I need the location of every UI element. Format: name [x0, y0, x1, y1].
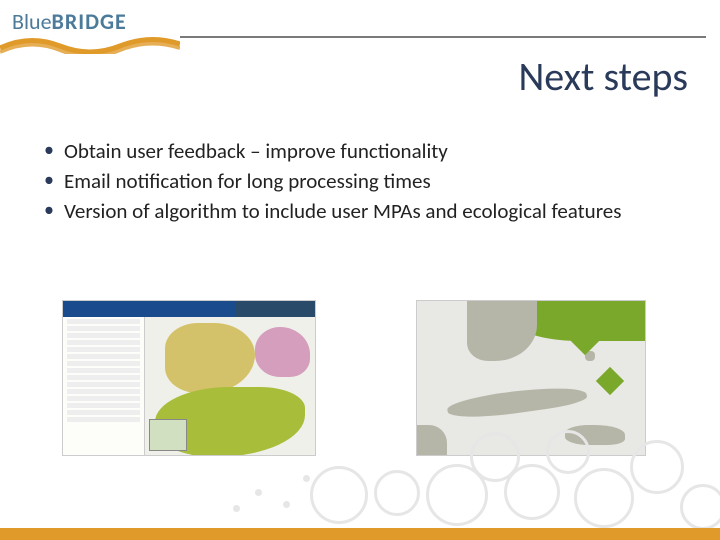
image-row [62, 300, 646, 456]
slide-header: BlueBRIDGE [0, 0, 720, 52]
emodnet-map-thumbnail [62, 300, 316, 456]
list-item: Email notification for long processing t… [40, 168, 680, 195]
logo-part2: BRIDGE [52, 8, 127, 35]
logo: BlueBRIDGE [12, 8, 720, 35]
list-item: Version of algorithm to include user MPA… [40, 198, 680, 225]
footer-bar [0, 528, 720, 540]
header-rule [180, 36, 706, 38]
slide-title: Next steps [518, 52, 688, 101]
wave-icon [0, 34, 180, 54]
bullet-list: Obtain user feedback – improve functiona… [40, 138, 680, 228]
caribbean-map-thumbnail [416, 300, 646, 456]
list-item: Obtain user feedback – improve functiona… [40, 138, 680, 165]
logo-part1: Blue [12, 8, 52, 35]
